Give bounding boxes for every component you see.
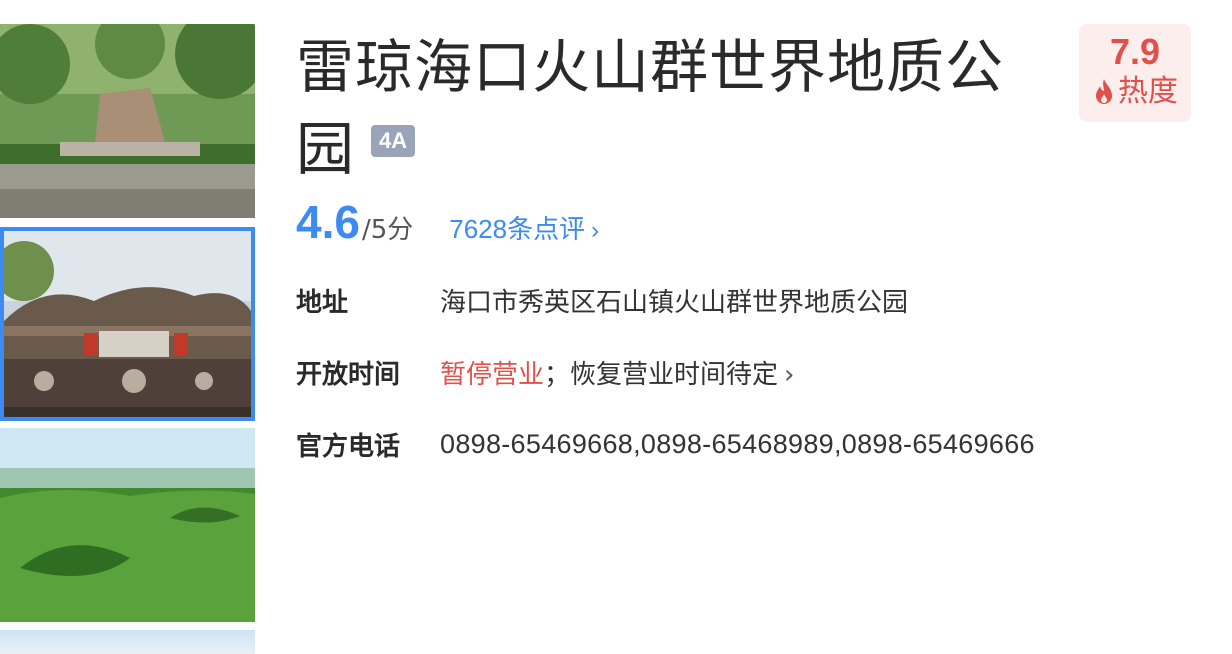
rating-row: 4.6 /5分 7628条点评 ›	[296, 192, 599, 252]
phone-row: 官方电话 0898-65469668,0898-65468989,0898-65…	[296, 424, 1035, 464]
rating-score: 4.6	[296, 196, 360, 248]
gallery-thumbnail-crater-aerial[interactable]	[0, 428, 255, 622]
flame-icon	[1096, 79, 1112, 104]
status-closed: 暂停营业	[440, 359, 545, 390]
heat-value: 7.9	[1109, 31, 1161, 72]
crater-aerial-image	[0, 428, 255, 622]
level-badge: 4A	[371, 124, 416, 157]
opening-hours-value: 暂停营业；恢复营业时间待定 ›	[440, 354, 794, 391]
park-monument-image	[0, 24, 255, 218]
page-title: 雷琼海口火山群世界地质公园 4A	[296, 26, 1036, 190]
phone-numbers[interactable]: 0898-65469668,0898-65468989,0898-6546966…	[440, 429, 1035, 460]
poi-title: 雷琼海口火山群世界地质公园	[296, 33, 1005, 183]
heat-label-wrap: 热度	[1079, 72, 1191, 112]
address-label: 地址	[296, 287, 349, 318]
gallery-thumbnail-more[interactable]	[0, 630, 255, 654]
gallery-thumbnail-park-monument[interactable]	[0, 24, 255, 218]
opening-hours-row[interactable]: 开放时间 暂停营业；恢复营业时间待定 ›	[296, 352, 794, 392]
reviews-count: 7628条点评	[449, 214, 586, 244]
opening-hours-label: 开放时间	[296, 359, 401, 390]
gallery-thumbnail-volcanic-wall[interactable]	[0, 227, 255, 421]
phone-label: 官方电话	[296, 431, 401, 462]
volcanic-wall-image	[4, 231, 251, 417]
address-value[interactable]: 海口市秀英区石山镇火山群世界地质公园	[440, 282, 908, 319]
reviews-link[interactable]: 7628条点评 ›	[449, 209, 599, 246]
hours-note: ；恢复营业时间待定	[544, 359, 779, 390]
rating-scale: /5分	[361, 215, 414, 245]
heat-badge: 7.9 热度	[1079, 24, 1191, 122]
chevron-right-icon: ›	[591, 217, 600, 244]
chevron-right-icon: ›	[784, 359, 795, 390]
address-row: 地址 海口市秀英区石山镇火山群世界地质公园	[296, 280, 908, 320]
heat-label: 热度	[1118, 74, 1178, 109]
